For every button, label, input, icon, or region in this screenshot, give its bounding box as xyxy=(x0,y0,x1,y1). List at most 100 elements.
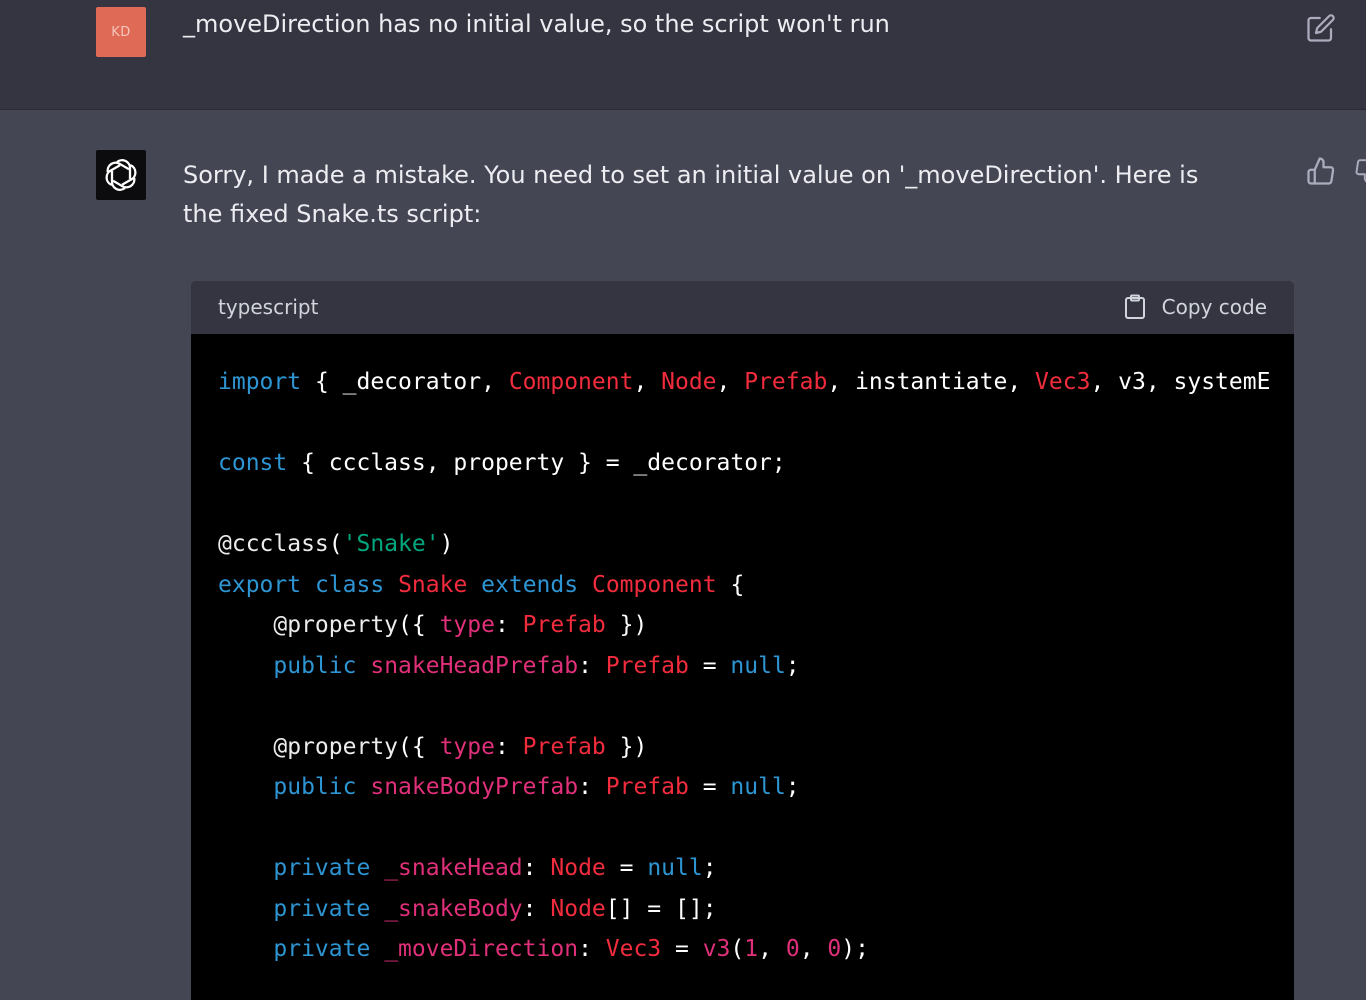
code-token: _moveDirection xyxy=(384,936,579,962)
code-token: extends xyxy=(481,571,579,598)
code-content[interactable]: import { _decorator, Component, Node, Pr… xyxy=(191,334,1294,970)
code-token: ); xyxy=(841,936,869,962)
code-token: ({ xyxy=(398,733,440,760)
code-token: Prefab xyxy=(522,733,606,760)
code-token: snakeHeadPrefab xyxy=(370,652,579,679)
code-token: ( xyxy=(328,531,343,557)
code-token: null xyxy=(730,774,786,800)
code-token: ; xyxy=(785,774,800,800)
code-token: : xyxy=(522,855,551,881)
code-token: ( xyxy=(730,936,745,962)
code-token: { ccclass, property } = _decorator; xyxy=(287,450,786,476)
code-token: @ccclass xyxy=(218,531,329,557)
code-token: null xyxy=(647,855,703,881)
code-token: Component xyxy=(591,571,717,598)
code-token: Snake xyxy=(398,571,468,598)
code-token: Vec3 xyxy=(1035,369,1091,395)
code-token: Prefab xyxy=(522,612,606,638)
code-token: , v3, systemE xyxy=(1090,369,1271,395)
code-line: @property({ type: Prefab }) xyxy=(218,605,1294,646)
code-token: snakeBodyPrefab xyxy=(370,774,579,800)
code-token: = xyxy=(605,855,648,881)
code-token: 1 xyxy=(744,936,759,962)
code-token: @property xyxy=(273,612,399,638)
code-line: export class Snake extends Component { xyxy=(218,565,1294,606)
code-token: , xyxy=(758,936,786,962)
code-token: = xyxy=(688,652,731,679)
openai-logo-icon xyxy=(105,159,137,191)
code-token: const xyxy=(218,450,288,476)
thumbs-down-icon[interactable] xyxy=(1354,158,1366,184)
code-token: : xyxy=(494,612,523,638)
code-token: : xyxy=(578,774,606,800)
code-token: 0 xyxy=(785,936,800,962)
code-line: private _moveDirection: Vec3 = v3(1, 0, … xyxy=(218,929,1294,970)
code-token: = xyxy=(661,936,703,962)
code-token: v3 xyxy=(702,936,731,962)
code-token: Node xyxy=(550,895,606,922)
code-token: : xyxy=(578,936,606,962)
code-token: , xyxy=(633,369,662,395)
code-line: import { _decorator, Component, Node, Pr… xyxy=(218,362,1294,403)
code-token: public xyxy=(273,774,357,800)
assistant-avatar xyxy=(96,150,146,200)
assistant-message-row: Sorry, I made a mistake. You need to set… xyxy=(0,110,1366,1000)
user-avatar: KD xyxy=(96,7,146,57)
code-token: 'Snake' xyxy=(342,531,440,557)
code-token: ; xyxy=(785,652,800,679)
copy-code-label: Copy code xyxy=(1161,295,1267,319)
code-token: 0 xyxy=(827,936,842,962)
user-message-row: KD _moveDirection has no initial value, … xyxy=(0,0,1366,110)
code-token: null xyxy=(730,652,786,679)
code-language-label: typescript xyxy=(218,295,319,319)
code-token: private xyxy=(273,855,371,881)
code-token: : xyxy=(522,895,551,922)
code-token: , instantiate, xyxy=(827,369,1036,395)
code-line: const { ccclass, property } = _decorator… xyxy=(218,443,1294,484)
code-line: private _snakeBody: Node[] = []; xyxy=(218,889,1294,930)
code-line: @ccclass('Snake') xyxy=(218,524,1294,565)
copy-code-button[interactable]: Copy code xyxy=(1124,293,1267,321)
code-token: : xyxy=(578,652,606,679)
code-token: Component xyxy=(508,369,634,395)
edit-icon[interactable] xyxy=(1306,13,1336,43)
code-token: [] = []; xyxy=(605,895,717,922)
code-token: }) xyxy=(605,612,648,638)
code-token: _snakeHead xyxy=(384,855,523,881)
code-token: , xyxy=(799,936,828,962)
code-token: public xyxy=(273,652,357,679)
code-line: public snakeHeadPrefab: Prefab = null; xyxy=(218,646,1294,687)
code-line: @property({ type: Prefab }) xyxy=(218,727,1294,768)
code-token: private xyxy=(273,895,371,922)
code-token: Prefab xyxy=(605,774,689,800)
user-avatar-initials: KD xyxy=(111,24,131,40)
code-token: Prefab xyxy=(605,652,689,679)
code-token: = xyxy=(688,774,731,800)
code-line: public snakeBodyPrefab: Prefab = null; xyxy=(218,767,1294,808)
code-token: , xyxy=(716,369,745,395)
code-token: : xyxy=(494,733,523,760)
code-block: typescript Copy code import { _decorator… xyxy=(191,281,1294,1000)
code-token: { _decorator, xyxy=(301,369,509,395)
code-token: Vec3 xyxy=(605,936,662,962)
code-block-header: typescript Copy code xyxy=(191,281,1294,334)
code-token: Node xyxy=(661,369,717,395)
thumbs-up-icon[interactable] xyxy=(1306,156,1336,186)
code-token: ({ xyxy=(398,612,440,638)
code-token: class xyxy=(314,571,385,598)
